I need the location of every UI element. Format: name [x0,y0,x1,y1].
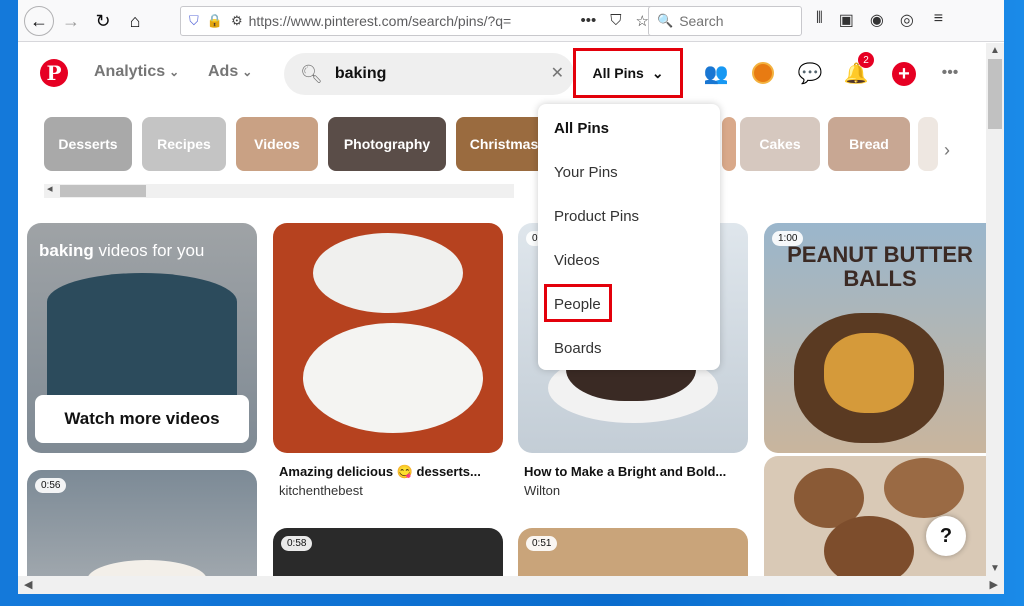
url-bar[interactable]: ⛉ 🔒 ⚙ https://www.pinterest.com/search/p… [180,6,658,36]
pinterest-logo[interactable]: P [40,59,68,87]
search-bar[interactable]: 🔍︎ baking ✕ [284,53,574,95]
analytics-menu[interactable]: Analytics ⌄ [94,63,179,81]
chip-partial[interactable] [722,117,736,171]
category-chips: Desserts Recipes Videos Photography Chri… [44,117,552,171]
video-duration-badge: 1:00 [772,231,804,246]
pin-caption[interactable]: How to Make a Bright and Bold... [524,464,726,479]
filter-label: All Pins [592,65,644,81]
scroll-up-icon[interactable]: ▲ [990,45,1000,56]
business-avatar[interactable] [752,62,774,84]
dough-circle-image [303,323,483,433]
pin-caption[interactable]: Amazing delicious 😋 desserts... [279,464,481,480]
scroll-left-icon[interactable]: ◀ [24,578,32,591]
video-duration-badge: 0:58 [281,536,313,551]
search-input[interactable]: baking [335,65,387,83]
filter-dropdown-button[interactable]: All Pins ⌄ [579,54,677,92]
pocket-icon[interactable]: ⛉ [610,12,621,30]
ads-label: Ads [208,63,239,80]
pin-peanut-butter-balls[interactable]: PEANUT BUTTER BALLS 1:00 [764,223,986,453]
shield-icon: ⛉ [189,13,199,28]
create-button[interactable]: + [892,62,916,86]
browser-toolbar: ← → ↻ ⌂ ⛉ 🔒 ⚙ https://www.pinterest.com/… [18,0,1004,42]
back-button[interactable]: ← [24,6,54,36]
scroll-left-icon[interactable]: ◂ [47,182,53,195]
chevron-down-icon: ⌄ [242,65,253,79]
url-text[interactable]: https://www.pinterest.com/search/pins/?q… [249,13,519,29]
pin-overlay-title: PEANUT BUTTER BALLS [787,242,973,291]
dropdown-item-all-pins[interactable]: All Pins [554,120,609,137]
chips-scroll-thumb[interactable] [60,185,146,197]
chevron-down-icon: ⌄ [169,65,180,79]
chip-faded[interactable] [918,117,938,171]
dropdown-item-videos[interactable]: Videos [554,252,600,269]
reload-icon: ↻ [95,10,111,31]
page-vertical-scrollbar[interactable]: ▲ ▼ [986,43,1004,576]
lock-icon: 🔒 [206,13,223,28]
browser-search-box[interactable]: 🔍 Search [648,6,802,36]
home-icon: ⌂ [129,10,141,31]
menu-icon[interactable]: ≡ [934,10,943,30]
library-icon[interactable]: ⫴ [816,10,823,30]
page-actions-icon[interactable]: ••• [581,12,597,30]
page-scroll-thumb[interactable] [988,59,1002,129]
account-icon[interactable]: ◎ [900,10,914,30]
filter-highlight-box: All Pins ⌄ [573,48,683,98]
pin-source[interactable]: kitchenthebest [279,483,363,498]
chevron-down-icon: ⌄ [651,64,664,81]
people-icon[interactable]: 👥 [702,59,730,87]
analytics-label: Analytics [94,63,166,80]
reload-button[interactable]: ↻ [90,8,116,34]
scroll-down-icon[interactable]: ▼ [990,563,1000,574]
filter-dropdown-menu: All Pins Your Pins Product Pins Videos P… [538,104,720,370]
back-arrow-icon: ← [30,10,48,31]
dropdown-item-people[interactable]: People [554,296,601,313]
browser-window: ← → ↻ ⌂ ⛉ 🔒 ⚙ https://www.pinterest.com/… [18,0,1004,594]
video-title-keyword: baking [39,241,94,260]
logo-letter: P [46,61,62,85]
search-engine-icon: 🔍 [657,13,674,28]
pin-desserts[interactable] [273,223,503,453]
page-horizontal-scrollbar[interactable]: ◀ ▶ [18,576,1004,594]
browser-search-placeholder: Search [679,13,724,29]
chips-next-chevron-icon[interactable]: › [944,140,950,161]
chip-cakes[interactable]: Cakes [740,117,820,171]
forward-arrow-icon: → [62,10,80,31]
dough-circle-image [313,233,463,313]
videos-for-you-card[interactable]: baking videos for you Watch more videos [27,223,257,453]
sidebar-icon[interactable]: ▣ [839,10,854,30]
chip-videos[interactable]: Videos [236,117,318,171]
messages-icon[interactable]: 💬 [796,59,824,87]
forward-button[interactable]: → [58,8,84,34]
spotify-extension-icon[interactable]: ◉ [870,10,884,30]
scroll-right-icon[interactable]: ▶ [990,578,998,591]
notification-badge: 2 [858,52,874,68]
home-button[interactable]: ⌂ [122,8,148,34]
chip-recipes[interactable]: Recipes [142,117,226,171]
more-options-icon[interactable]: ••• [936,59,964,87]
pinterest-header: P Analytics ⌄ Ads ⌄ 🔍︎ baking ✕ All Pins ⌄… [18,43,986,105]
ads-menu[interactable]: Ads ⌄ [208,63,252,81]
permissions-icon: ⚙ [230,13,243,28]
clear-search-icon[interactable]: ✕ [551,63,564,83]
bookmark-star-icon[interactable]: ☆ [636,12,649,30]
ball-image [884,458,964,518]
chip-photography[interactable]: Photography [328,117,446,171]
watch-more-videos-button[interactable]: Watch more videos [35,395,249,443]
video-duration-badge: 0:56 [35,478,67,493]
dropdown-item-product-pins[interactable]: Product Pins [554,208,639,225]
chip-bread[interactable]: Bread [828,117,910,171]
peanut-filling-image [824,333,914,413]
video-duration-badge: 0:51 [526,536,558,551]
videos-for-you-title: baking videos for you [39,241,204,261]
chips-scrollbar[interactable]: ◂ [44,182,514,198]
dropdown-item-your-pins[interactable]: Your Pins [554,164,618,181]
dropdown-item-boards[interactable]: Boards [554,340,602,357]
search-icon: 🔍︎ [300,63,323,84]
pin-source[interactable]: Wilton [524,483,560,498]
chip-desserts[interactable]: Desserts [44,117,132,171]
help-button[interactable]: ? [926,516,966,556]
video-title-rest: videos for you [93,241,205,260]
